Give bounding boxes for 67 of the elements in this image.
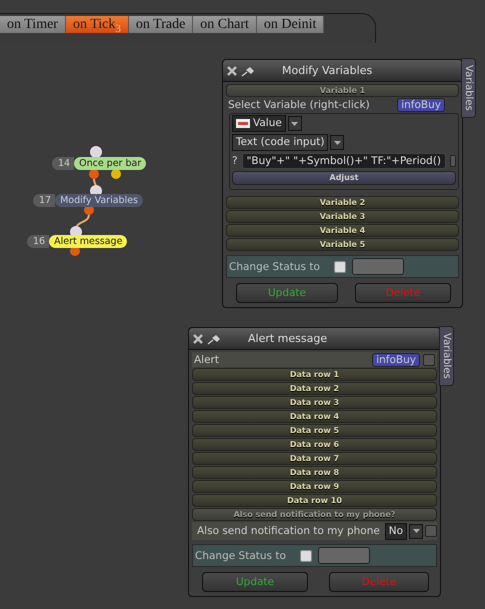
section-header[interactable]: Data row 9 <box>192 480 437 493</box>
section-header[interactable]: Data row 10 <box>192 494 437 507</box>
section-header[interactable]: Data row 7 <box>192 452 437 465</box>
node-number: 14 <box>52 157 74 170</box>
section-header[interactable]: Data row 5 <box>192 424 437 437</box>
caret-icon <box>334 140 341 144</box>
adjust-button[interactable]: Adjust <box>232 171 456 185</box>
node-number: 17 <box>33 194 56 207</box>
caret-icon <box>412 529 420 533</box>
pin-icon[interactable] <box>241 64 256 76</box>
section-header[interactable]: Data row 3 <box>192 396 437 409</box>
section-header[interactable]: Variable 5 <box>226 238 459 251</box>
checkbox[interactable] <box>425 525 437 537</box>
status-field[interactable] <box>318 547 370 564</box>
connector-port[interactable] <box>111 169 121 179</box>
window-title: Modify Variables <box>282 64 372 77</box>
checkbox[interactable] <box>334 260 346 272</box>
field-label: Select Variable (right-click) <box>228 99 370 111</box>
variable-chip[interactable]: infoBuy <box>397 98 445 112</box>
flow-node[interactable]: 17 Modify Variables <box>33 194 144 207</box>
flow-node[interactable]: 16 Alert message <box>27 235 128 248</box>
help-mark: ? <box>232 155 238 167</box>
node-label: Alert message <box>49 235 128 248</box>
value-type-dropdown[interactable]: Value <box>232 115 286 132</box>
tab[interactable]: on Trade <box>128 16 194 33</box>
status-field[interactable] <box>352 258 404 275</box>
section-header[interactable]: Variable 3 <box>226 210 459 223</box>
status-label: Change Status to <box>195 550 287 562</box>
variable-chip[interactable]: infoBuy <box>372 352 420 366</box>
expression-field[interactable]: "Buy"+" "+Symbol()+" TF:"+Period() <box>242 153 446 169</box>
caret-icon <box>291 122 298 126</box>
dropdown-button[interactable] <box>409 524 423 538</box>
checkbox[interactable] <box>300 550 312 562</box>
tab[interactable]: on Tick$_{3}$ <box>66 16 129 33</box>
section-header[interactable]: Variable 4 <box>226 224 459 237</box>
connector-port[interactable] <box>90 146 102 158</box>
pin-icon[interactable] <box>207 332 222 344</box>
section-header[interactable]: Data row 4 <box>192 410 437 423</box>
variables-side-tab[interactable]: Variables <box>439 326 454 386</box>
value-icon <box>236 119 250 128</box>
node-number: 16 <box>27 235 50 248</box>
tab[interactable]: on Chart <box>193 16 257 33</box>
close-icon[interactable] <box>227 66 237 76</box>
node-label: Modify Variables <box>55 194 144 207</box>
variables-side-tab[interactable]: Variables <box>461 58 476 118</box>
checkbox[interactable] <box>450 155 456 167</box>
flow-node[interactable]: 14 Once per bar <box>52 157 146 170</box>
field-label: Alert <box>194 354 219 366</box>
section-header[interactable]: Data row 8 <box>192 466 437 479</box>
section-header[interactable]: Data row 6 <box>192 438 437 451</box>
tab[interactable]: on Timer <box>0 16 66 33</box>
close-icon[interactable] <box>193 334 203 344</box>
status-label: Change Status to <box>229 260 321 272</box>
dropdown-button[interactable] <box>288 116 302 131</box>
node-label: Once per bar <box>74 157 146 170</box>
window-title: Alert message <box>248 332 328 345</box>
section-header[interactable]: Data row 1 <box>192 368 437 381</box>
field-label: Also send notification to my phone <box>197 525 381 537</box>
section-header[interactable]: Data row 2 <box>192 382 437 395</box>
update-button[interactable]: Update <box>202 572 308 592</box>
input-type-dropdown[interactable]: Text (code input) <box>232 134 328 151</box>
dropdown-button[interactable] <box>330 135 344 150</box>
notify-dropdown[interactable]: No <box>384 522 407 540</box>
connector-port[interactable] <box>89 169 99 179</box>
checkbox[interactable] <box>423 354 435 366</box>
section-header[interactable]: Variable 2 <box>226 196 459 209</box>
tab[interactable]: on Deinit <box>256 16 324 33</box>
